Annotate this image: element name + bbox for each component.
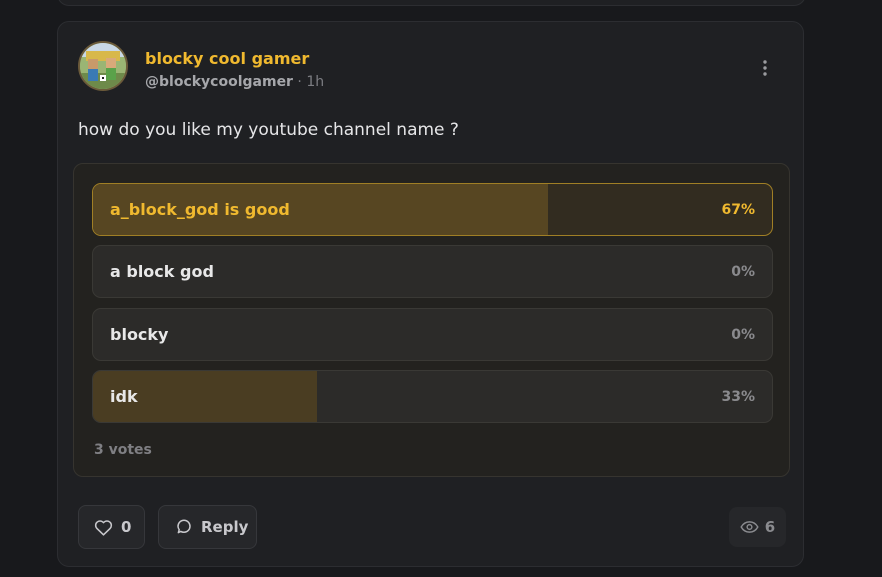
poll-option-label: a block god [110,262,214,281]
reply-button[interactable]: Reply [158,505,257,549]
post-text: how do you like my youtube channel name … [78,120,459,140]
post-card: blocky cool gamer @blockycoolgamer · 1h … [57,21,804,567]
view-count: 6 [729,507,786,547]
poll-option[interactable]: blocky 0% [92,308,773,361]
previous-post-card [57,0,806,6]
poll: a_block_god is good 67% a block god 0% b… [73,163,790,477]
meta-separator: · [297,74,302,90]
poll-option-percent: 33% [721,388,755,405]
poll-option[interactable]: idk 33% [92,370,773,423]
poll-option[interactable]: a block god 0% [92,245,773,298]
like-button[interactable]: 0 [78,505,145,549]
eye-icon [740,520,759,534]
author-handle[interactable]: @blockycoolgamer [145,74,293,90]
poll-option[interactable]: a_block_god is good 67% [92,183,773,236]
reply-label: Reply [201,518,249,536]
avatar-image [80,43,126,89]
poll-option-label: blocky [110,325,169,344]
view-count-value: 6 [764,518,776,536]
poll-option-percent: 0% [731,326,755,343]
more-vertical-icon [763,60,767,76]
poll-option-label: idk [110,387,138,406]
author-name[interactable]: blocky cool gamer [145,49,309,68]
feed-page: blocky cool gamer @blockycoolgamer · 1h … [0,0,882,577]
heart-icon [94,519,113,536]
post-time: 1h [306,74,325,90]
like-count: 0 [121,518,132,536]
poll-option-percent: 0% [731,263,755,280]
chat-bubble-icon [175,518,193,536]
author-meta: @blockycoolgamer · 1h [145,74,324,90]
more-options-button[interactable] [755,55,775,81]
poll-option-label: a_block_god is good [110,200,290,219]
avatar[interactable] [78,41,128,91]
poll-vote-count: 3 votes [94,442,152,458]
poll-option-percent: 67% [721,201,755,218]
